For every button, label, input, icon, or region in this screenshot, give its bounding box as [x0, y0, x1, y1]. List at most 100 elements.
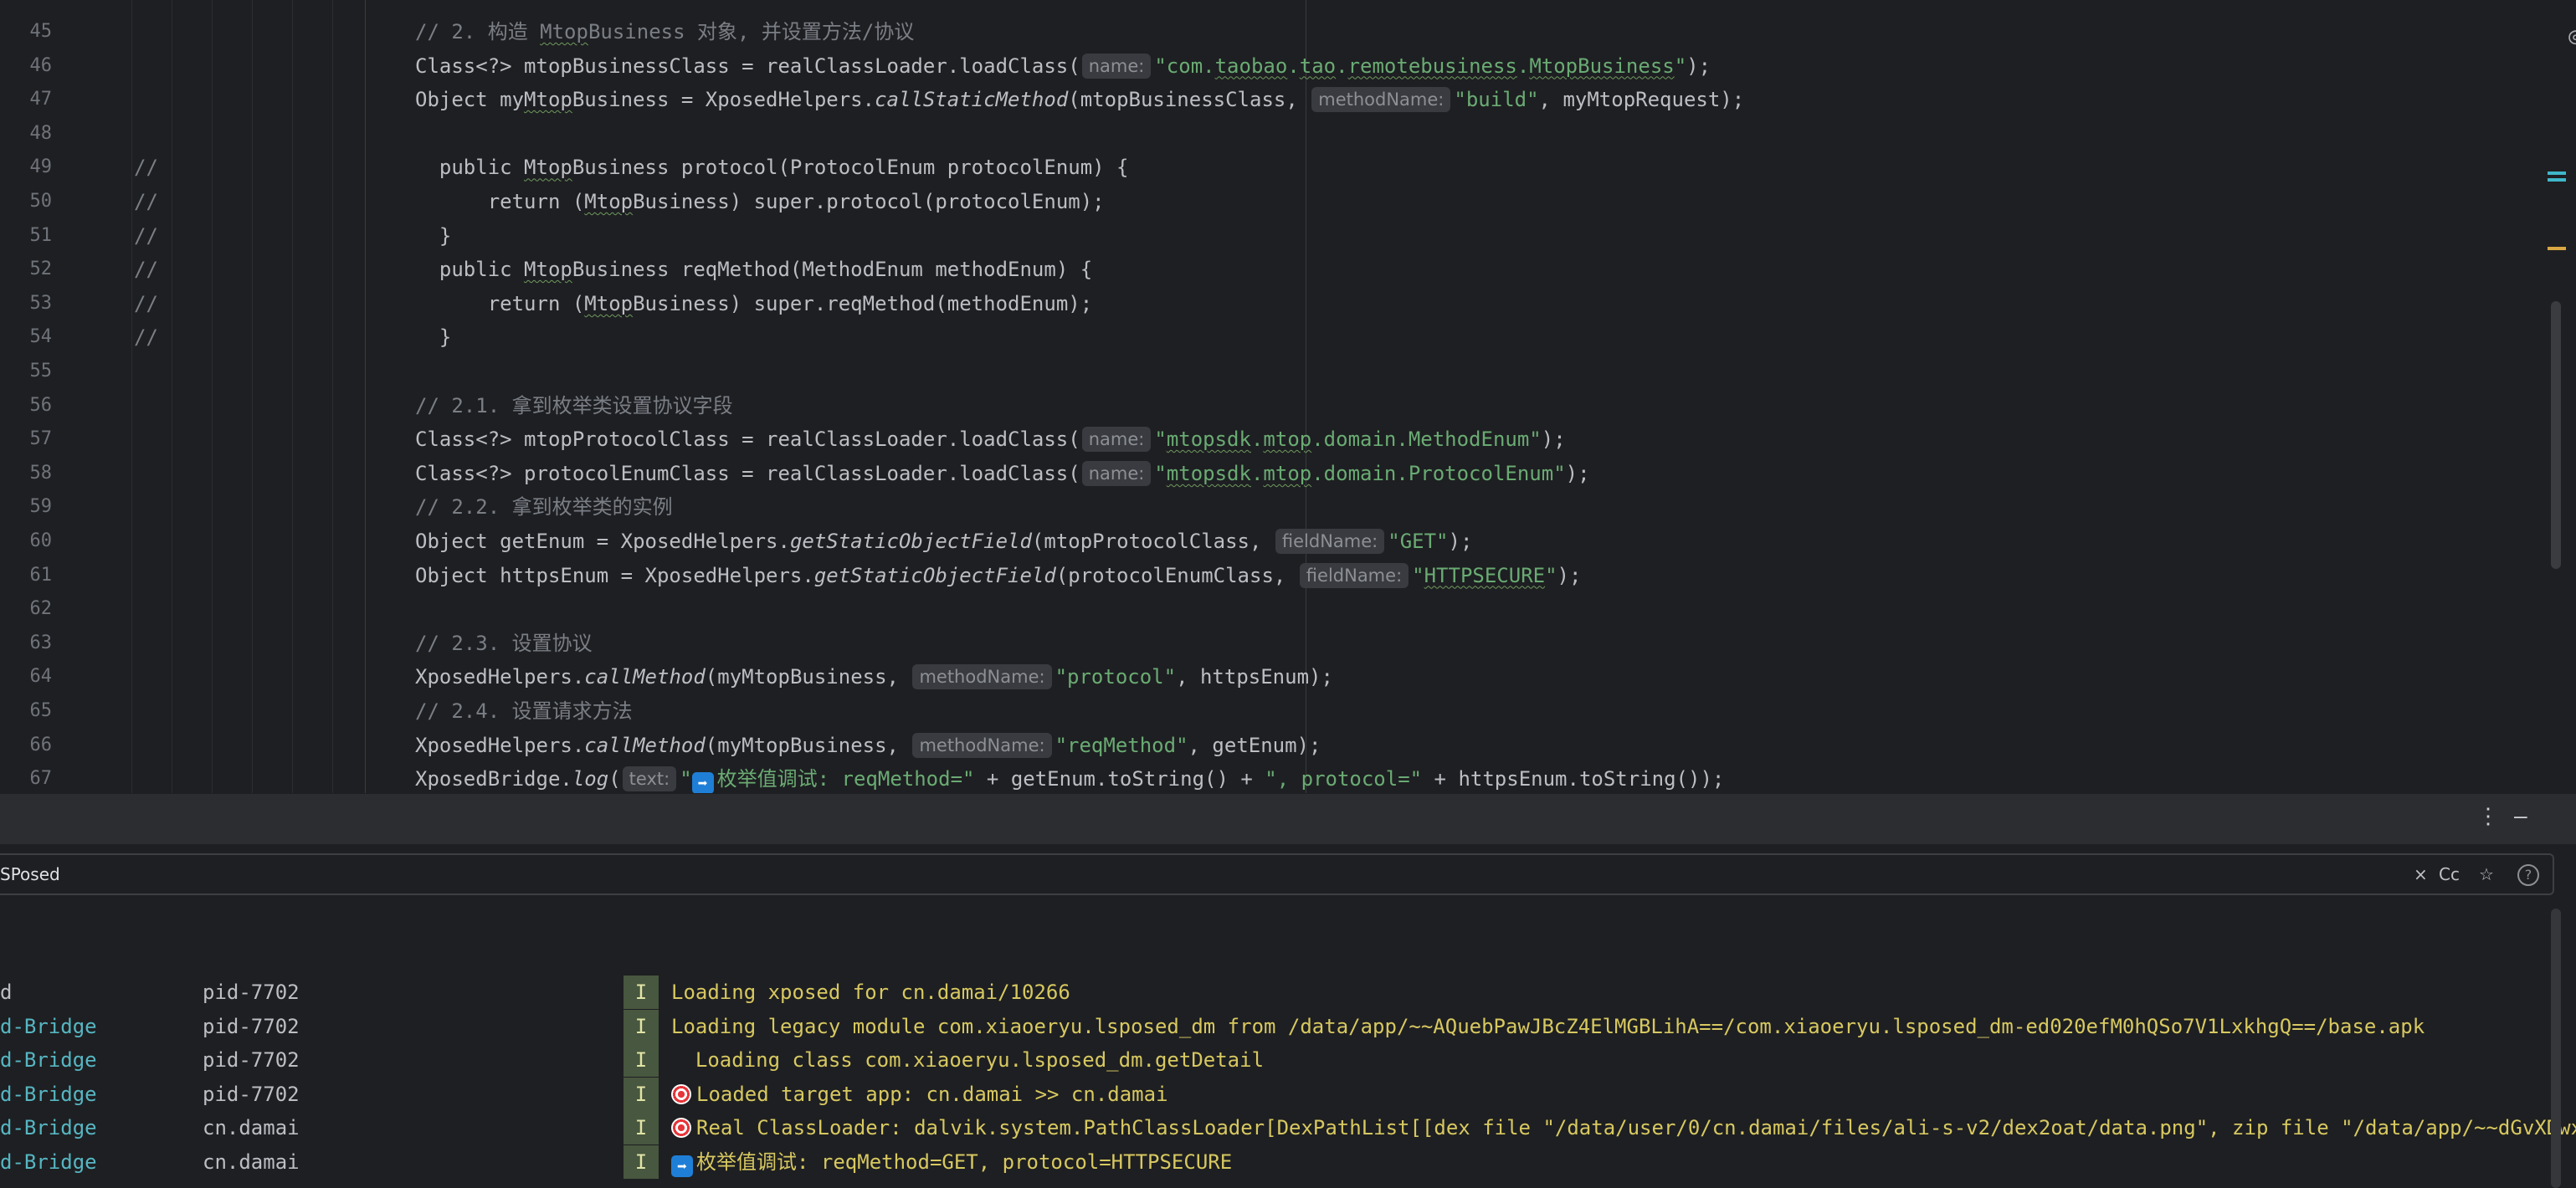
logcat-output[interactable]: d pid-7702 I Loading xposed for cn.damai/10…: [0, 904, 2576, 1188]
code-line[interactable]: // 2. 构造 MtopBusiness 对象, 并设置方法/协议: [415, 15, 914, 49]
code-token: XposedHelpers.: [415, 665, 585, 689]
code-token: HTTPSECURE: [1424, 563, 1546, 587]
code-line[interactable]: Class<?> protocolEnumClass = realClassLo…: [415, 457, 1590, 490]
log-row[interactable]: d-Bridge cn.damai I Real ClassLoader: dalvi…: [0, 1111, 2576, 1145]
scrollbar-thumb[interactable]: [2551, 301, 2561, 569]
log-message-text: Loading legacy module com.xiaoeryu.lspos…: [671, 1014, 2425, 1038]
log-row[interactable]: d-Bridge cn.damai I ➡ 枚举值调试: reqMethod=GET, …: [0, 1145, 2576, 1179]
line-comment-marker: //: [134, 258, 158, 282]
log-process: pid-7702: [203, 1082, 300, 1106]
log-message-text: Real ClassLoader: dalvik.system.PathClas…: [696, 1116, 2576, 1140]
code-line[interactable]: }: [415, 320, 451, 354]
parameter-hint: name:: [1081, 53, 1152, 79]
log-level-badge: I: [623, 1043, 659, 1078]
code-token: Class<?> mtopBusinessClass = realClassLo…: [415, 54, 1080, 78]
log-message: ➡ 枚举值调试: reqMethod=GET, protocol=HTTPSECU…: [671, 1145, 1232, 1179]
code-line[interactable]: return (MtopBusiness) super.protocol(pro…: [415, 185, 1105, 218]
line-comment-marker: //: [134, 291, 158, 315]
code-token: Object getEnum = XposedHelpers.: [415, 530, 790, 553]
minimize-icon[interactable]: —: [2514, 804, 2527, 829]
code-token: Mtop: [524, 258, 572, 282]
code-token: public: [415, 156, 525, 180]
log-level-badge: I: [623, 1077, 659, 1111]
code-token: ": [1412, 563, 1424, 587]
log-row[interactable]: d-Bridge pid-7702 I Loading class com.xiao…: [0, 1043, 2576, 1078]
favorite-filter-icon[interactable]: ☆: [2479, 855, 2494, 894]
code-line[interactable]: public MtopBusiness reqMethod(MethodEnum…: [415, 253, 1092, 286]
log-message: Loading class com.xiaoeryu.lsposed_dm.ge…: [671, 1043, 1264, 1077]
line-comment-marker: //: [134, 190, 158, 213]
code-token: "GET": [1388, 530, 1449, 553]
parameter-hint: methodName:: [1311, 87, 1451, 113]
code-editor[interactable]: 45 46 47 48 49 50 51 52 53 54 55 56 57 58 59 60 61 62 63 64…: [0, 0, 2576, 793]
code-line[interactable]: // 2.3. 设置协议: [415, 627, 593, 660]
code-line[interactable]: Class<?> mtopProtocolClass = realClassLo…: [415, 422, 1566, 456]
change-marker: [2548, 172, 2566, 175]
code-line[interactable]: Class<?> mtopBusinessClass = realClassLo…: [415, 49, 1711, 83]
line-number: 56: [29, 394, 53, 416]
log-level-badge: I: [623, 975, 659, 1009]
code-token: // 2.4. 设置请求方法: [415, 699, 633, 723]
code-line[interactable]: // 2.1. 拿到枚举类设置协议字段: [415, 389, 733, 422]
code-token: );: [1541, 428, 1566, 452]
log-tag: d-Bridge: [0, 1048, 97, 1073]
parameter-hint: name:: [1081, 460, 1152, 486]
line-number: 53: [29, 292, 53, 314]
filter-input[interactable]: SPosed: [0, 855, 60, 894]
more-options-icon[interactable]: ⋮: [2477, 804, 2499, 829]
code-line[interactable]: Object httpsEnum = XposedHelpers.getStat…: [415, 559, 1581, 592]
log-level-badge: I: [623, 1009, 659, 1043]
warning-marker: [2548, 247, 2566, 250]
line-number: 49: [29, 156, 53, 178]
line-number: 45: [29, 21, 53, 42]
code-line[interactable]: return (MtopBusiness) super.reqMethod(me…: [415, 287, 1092, 320]
clear-filter-icon[interactable]: ×: [2414, 855, 2428, 894]
code-token: + getEnum.toString() +: [974, 767, 1265, 791]
code-line[interactable]: XposedHelpers.callMethod(myMtopBusiness,…: [415, 660, 1333, 694]
code-line[interactable]: XposedHelpers.callMethod(myMtopBusiness,…: [415, 729, 1321, 762]
code-token: return (: [415, 190, 585, 213]
code-token: (: [608, 767, 621, 791]
code-token: getStaticObjectField: [789, 530, 1032, 553]
code-line[interactable]: XposedBridge.log(text: " ➡ 枚举值调试: reqMethod…: [415, 762, 1724, 793]
log-row[interactable]: d-Bridge pid-7702 I Loaded target app: cn.d…: [0, 1077, 2576, 1111]
code-line[interactable]: Object getEnum = XposedHelpers.getStatic…: [415, 525, 1472, 558]
code-token: // 2.3. 设置协议: [415, 631, 593, 655]
code-token: Mtop: [524, 88, 572, 112]
log-message: Loading legacy module com.xiaoeryu.lspos…: [671, 1010, 2425, 1043]
code-token: callStaticMethod: [875, 88, 1069, 112]
code-line[interactable]: }: [415, 219, 451, 253]
code-line[interactable]: // 2.4. 设置请求方法: [415, 694, 633, 728]
line-number: 54: [29, 326, 53, 348]
code-token: "com.: [1154, 54, 1215, 78]
change-marker: [2548, 178, 2566, 182]
code-token: Business) super.protocol(protocolEnum);: [633, 190, 1105, 213]
code-token: .: [1250, 461, 1264, 485]
code-token: Object httpsEnum = XposedHelpers.: [415, 563, 814, 587]
log-message: Loaded target app: cn.damai >> cn.damai: [671, 1078, 1168, 1111]
logcat-scrollbar[interactable]: [2551, 909, 2561, 1188]
match-case-toggle[interactable]: Cc: [2439, 855, 2460, 894]
arrow-right-icon: ➡: [671, 1155, 693, 1177]
code-token: Mtop: [524, 156, 572, 180]
code-token: .: [1516, 54, 1530, 78]
log-row[interactable]: d pid-7702 I Loading xposed for cn.damai/10…: [0, 975, 2576, 1009]
help-icon[interactable]: ?: [2517, 864, 2539, 886]
code-line[interactable]: // 2.2. 拿到枚举类的实例: [415, 490, 673, 524]
editor-scrollbar[interactable]: [2539, 0, 2576, 793]
logcat-filter-bar[interactable]: SPosed × Cc ☆ ?: [0, 853, 2554, 895]
line-number: 50: [29, 191, 53, 212]
log-message: Loading xposed for cn.damai/10266: [671, 975, 1070, 1009]
code-token: ": [680, 767, 692, 791]
code-token: );: [1565, 461, 1590, 485]
code-line[interactable]: public MtopBusiness protocol(ProtocolEnu…: [415, 151, 1129, 184]
log-row[interactable]: d-Bridge pid-7702 I Loading legacy module c…: [0, 1009, 2576, 1043]
line-number: 48: [29, 122, 53, 144]
ai-assistant-icon[interactable]: ◎: [2568, 22, 2576, 49]
code-token: (mtopProtocolClass,: [1031, 530, 1274, 553]
line-number: 58: [29, 462, 53, 484]
code-token: , httpsEnum);: [1176, 665, 1333, 689]
log-tag: d-Bridge: [0, 1116, 97, 1140]
code-line[interactable]: Object myMtopBusiness = XposedHelpers.ca…: [415, 83, 1744, 116]
indent-guide: [332, 0, 333, 793]
